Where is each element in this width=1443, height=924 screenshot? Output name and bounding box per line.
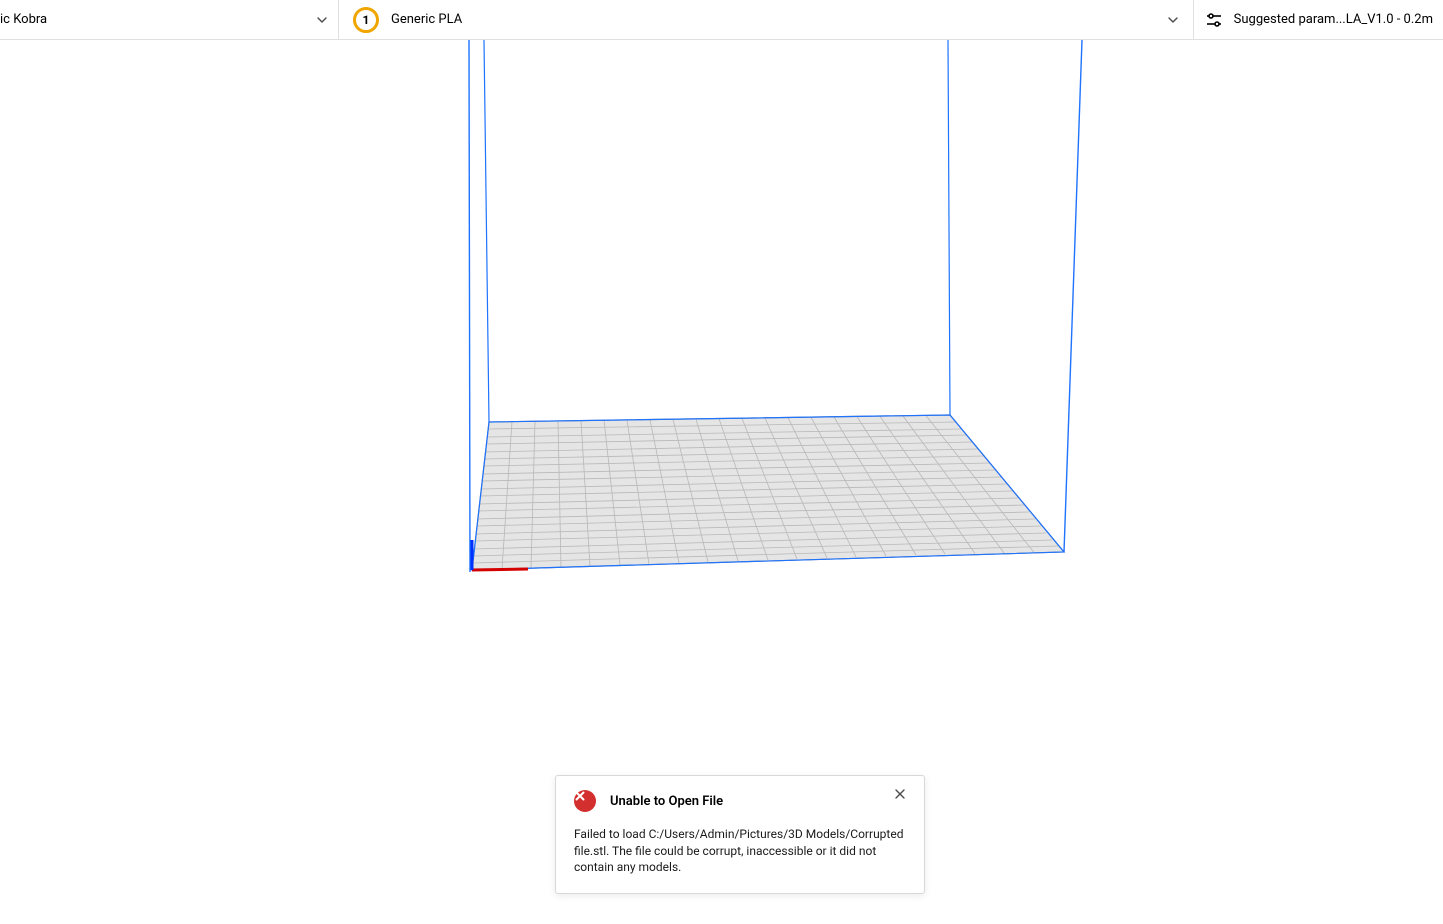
material-label: Generic PLA [391, 12, 462, 27]
close-icon[interactable] [894, 788, 910, 804]
settings-label: Suggested param...LA_V1.0 - 0.2m [1234, 12, 1433, 27]
printer-label: ic Kobra [0, 12, 47, 27]
3d-viewport[interactable]: Unable to Open File Failed to load C:/Us… [0, 40, 1443, 924]
sliders-icon [1204, 10, 1224, 30]
error-body: Failed to load C:/Users/Admin/Pictures/3… [574, 826, 906, 875]
error-dialog-header: Unable to Open File [574, 790, 906, 812]
material-dropdown[interactable]: 1 Generic PLA [339, 0, 1194, 39]
error-title: Unable to Open File [610, 794, 723, 809]
printer-dropdown[interactable]: ic Kobra [0, 0, 339, 39]
error-dialog: Unable to Open File Failed to load C:/Us… [555, 775, 925, 894]
chevron-down-icon [316, 14, 328, 26]
print-settings-dropdown[interactable]: Suggested param...LA_V1.0 - 0.2m [1194, 10, 1443, 30]
error-icon [574, 790, 596, 812]
material-badge-number: 1 [363, 13, 370, 27]
chevron-down-icon [1167, 14, 1179, 26]
material-badge: 1 [353, 7, 379, 33]
top-toolbar: ic Kobra 1 Generic PLA Suggested param..… [0, 0, 1443, 40]
